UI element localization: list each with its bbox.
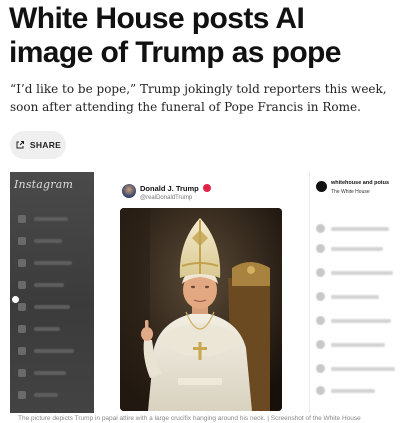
post-display-name: Donald J. Trump [140,184,199,193]
account-username: whitehouse and potus [331,180,390,186]
cursor-dot [12,296,19,303]
account-avatar [316,181,327,192]
share-icon [15,140,25,150]
comment-blurred [316,224,389,233]
article-dek: “I’d like to be pope,” Trump jokingly to… [10,82,387,114]
account-subtitle: The White House [331,189,370,195]
instagram-nav-blurred [18,208,74,406]
article-headline: White House posts AI image of Trump as p… [9,2,341,69]
pope-image [120,208,282,411]
comment-blurred [316,340,385,349]
instagram-screenshot: Instagram Donald J. Trump @realDonaldTru… [10,172,400,413]
comment-blurred [316,316,391,325]
post-handle: @realDonaldTrump [140,195,193,201]
share-button[interactable]: SHARE [10,131,66,159]
instagram-sidebar: Instagram [10,172,94,413]
share-label: SHARE [29,140,62,150]
comment-blurred [316,386,375,395]
comment-blurred [316,268,393,277]
comment-blurred [316,364,395,373]
instagram-logo: Instagram [14,178,74,191]
post-avatar [122,184,136,198]
comment-blurred [316,244,383,253]
comment-blurred [316,292,379,301]
comments-panel: whitehouse and potus The White House [309,172,400,413]
instagram-post: Donald J. Trump @realDonaldTrump [94,172,308,413]
figure-caption: The picture depicts Trump in papal attir… [18,415,361,422]
verified-badge-icon [203,184,211,192]
